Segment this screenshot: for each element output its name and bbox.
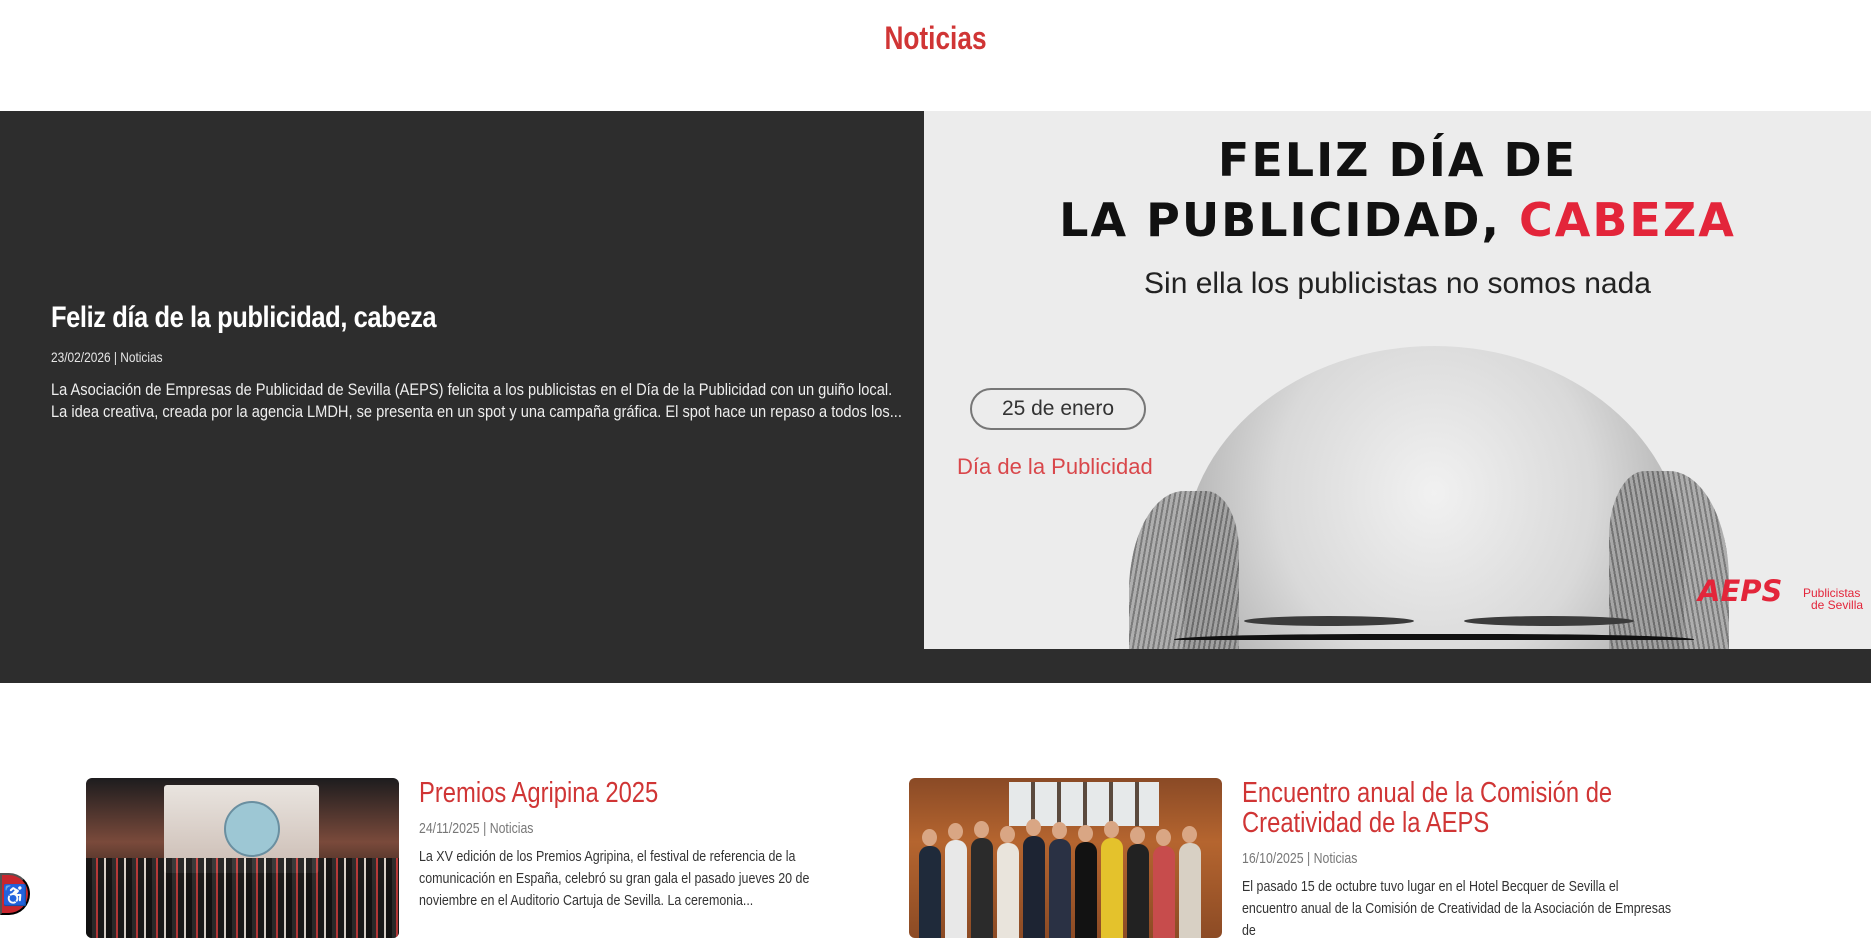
post-category-link[interactable]: Noticias [1314, 850, 1358, 867]
post-date: 16/10/2025 [1242, 850, 1304, 867]
image-headline-line2: LA PUBLICIDAD, CABEZA [924, 193, 1871, 247]
featured-post-excerpt: La Asociación de Empresas de Publicidad … [51, 380, 902, 421]
image-date-pill: 25 de enero [970, 388, 1146, 430]
meta-separator: | [1306, 850, 1311, 867]
news-card-title[interactable]: Premios Agripina 2025 [419, 778, 878, 808]
eyebrow-left-graphic [1244, 616, 1414, 626]
page-title: Noticias [884, 20, 987, 56]
news-card-image[interactable] [86, 778, 399, 938]
eyebrow-right-graphic [1464, 616, 1634, 626]
aeps-logo: AEPS [1698, 574, 1783, 608]
post-category-link[interactable]: Noticias [490, 820, 534, 837]
featured-post-text: Feliz día de la publicidad, cabeza 23/02… [51, 301, 911, 423]
image-headline-red: CABEZA [1519, 193, 1736, 247]
news-card-excerpt: El pasado 15 de octubre tuvo lugar en el… [1242, 878, 1672, 939]
glasses-graphic [1174, 634, 1694, 648]
accessibility-button[interactable]: ♿ [0, 873, 30, 915]
awards-stage-photo [86, 778, 399, 938]
featured-post-meta: 23/02/2026 | Noticias [51, 349, 782, 365]
accessibility-icon: ♿ [2, 885, 28, 907]
premios-agripina-logo [224, 801, 280, 857]
image-subtitle: Sin ella los publicistas no somos nada [1144, 267, 1651, 300]
image-headline-line1: FELIZ DÍA DE [1217, 133, 1578, 187]
image-headline-black: LA PUBLICIDAD, [1059, 193, 1501, 247]
aeps-logo-tagline: Publicistas de Sevilla [1803, 586, 1864, 612]
news-card-image[interactable] [909, 778, 1222, 938]
news-card-title[interactable]: Encuentro anual de la Comisión de Creati… [1242, 778, 1701, 838]
featured-post[interactable]: Feliz día de la publicidad, cabeza 23/02… [0, 111, 1871, 683]
image-day-label: Día de la Publicidad [957, 454, 1153, 479]
hair-left-graphic [1129, 491, 1239, 649]
meta-separator: | [483, 820, 487, 837]
featured-post-image[interactable]: FELIZ DÍA DE LA PUBLICIDAD, CABEZA Sin e… [924, 111, 1871, 649]
group-photo [909, 778, 1222, 938]
news-card-meta: 16/10/2025 | Noticias [1242, 850, 1627, 867]
post-category-link[interactable]: Noticias [120, 349, 162, 365]
meta-separator: | [113, 349, 117, 365]
news-card-body: Encuentro anual de la Comisión de Creati… [1242, 778, 1712, 942]
featured-post-title[interactable]: Feliz día de la publicidad, cabeza [51, 301, 782, 335]
post-date: 24/11/2025 [419, 820, 480, 837]
news-card-excerpt: La XV edición de los Premios Agripina, e… [419, 848, 810, 909]
news-card-meta: 24/11/2025 | Noticias [419, 820, 804, 837]
post-date: 23/02/2026 [51, 349, 111, 365]
news-card-body: Premios Agripina 2025 24/11/2025 | Notic… [419, 778, 889, 912]
